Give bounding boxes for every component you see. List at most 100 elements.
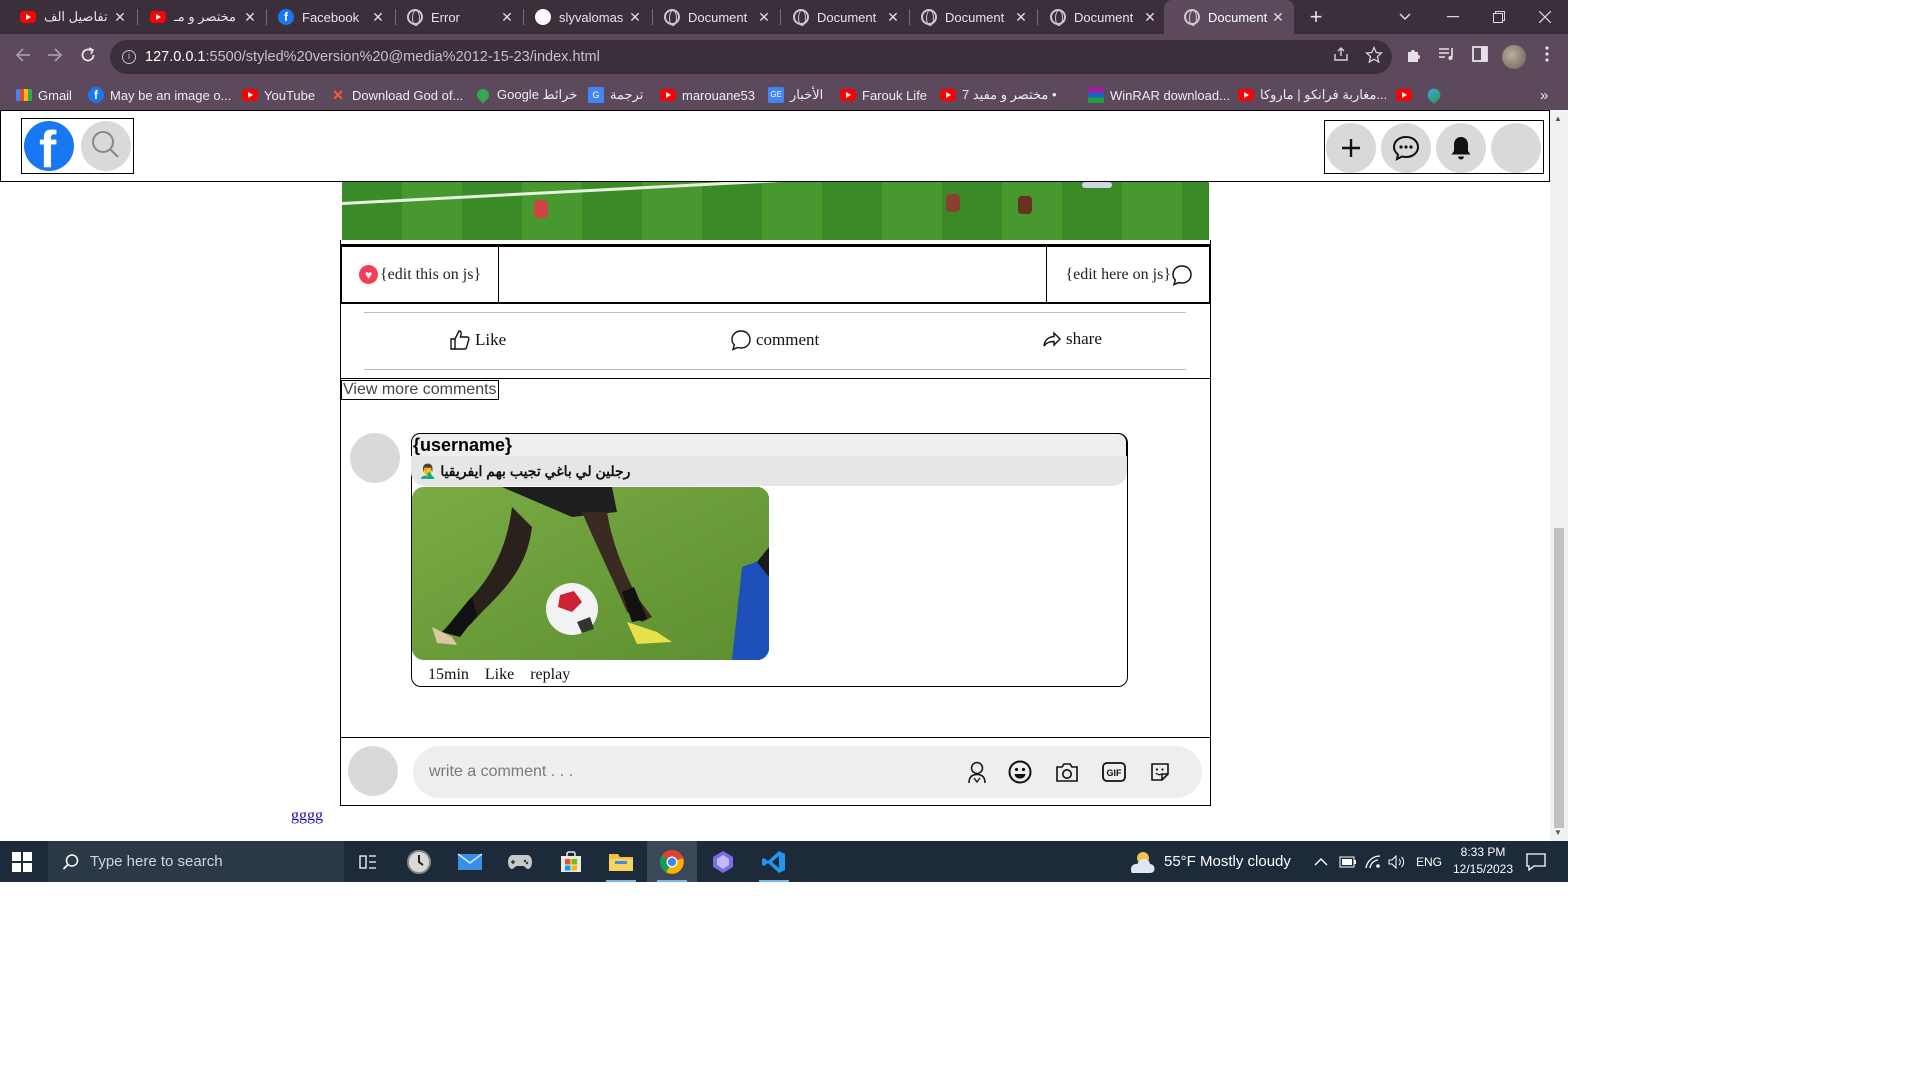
task-view-icon[interactable] — [343, 841, 393, 882]
comment-input[interactable] — [413, 746, 1202, 798]
comment-reply-link[interactable]: replay — [530, 666, 570, 684]
copilot-app-icon[interactable] — [698, 841, 748, 882]
forward-icon[interactable] — [42, 44, 68, 70]
bookmark-farouk-life[interactable]: Farouk Life — [840, 84, 927, 106]
camera-icon[interactable] — [1055, 760, 1079, 784]
close-icon[interactable]: ✕ — [370, 9, 386, 26]
avatar-sticker-icon[interactable] — [965, 760, 989, 784]
browser-tab[interactable]: Document ✕ — [773, 0, 909, 34]
system-clock[interactable]: 8:33 PM 12/15/2023 — [1440, 844, 1526, 878]
close-icon[interactable]: ✕ — [1142, 9, 1158, 26]
close-icon[interactable]: ✕ — [112, 9, 128, 26]
clock-app-icon[interactable] — [394, 841, 444, 882]
bookmark-gmail[interactable]: Gmail — [16, 84, 72, 106]
back-icon[interactable] — [10, 44, 36, 70]
notification-center-icon[interactable] — [1526, 841, 1546, 882]
browser-tab[interactable]: f Facebook ✕ — [258, 0, 394, 34]
gif-icon[interactable]: GIF — [1102, 760, 1126, 784]
mail-icon[interactable] — [445, 841, 495, 882]
comment-button[interactable]: comment — [730, 329, 819, 351]
messenger-button[interactable] — [1381, 123, 1431, 173]
close-icon[interactable]: ✕ — [499, 9, 515, 26]
close-icon[interactable]: ✕ — [1013, 9, 1029, 26]
sticker-icon[interactable] — [1148, 760, 1172, 784]
comment-count[interactable]: {edit here on js} — [1046, 247, 1209, 302]
bookmark-extra[interactable] — [1424, 84, 1448, 106]
view-more-comments-button[interactable]: View more comments — [341, 380, 499, 400]
bookmark-god-of-war[interactable]: ✕ Download God of... — [330, 84, 463, 106]
browser-tab[interactable]: مختصر و مـ ✕ — [130, 0, 266, 34]
comment-username[interactable]: {username} — [411, 433, 1127, 456]
vscode-icon[interactable] — [749, 841, 799, 882]
wifi-icon[interactable] — [1364, 841, 1382, 882]
emoji-icon[interactable] — [1008, 760, 1032, 784]
bookmark-google-maps[interactable]: Google خرائط — [474, 84, 577, 106]
taskbar-search[interactable]: Type here to search — [48, 841, 344, 882]
commenter-avatar[interactable] — [350, 433, 400, 483]
footer-link[interactable]: gggg — [291, 807, 323, 825]
bookmark-maroka[interactable]: مغاربة فرانكو | ماروكا... — [1238, 84, 1387, 106]
search-button[interactable] — [81, 121, 131, 171]
volume-icon[interactable] — [1388, 841, 1406, 882]
account-avatar[interactable] — [1491, 123, 1541, 173]
bookmark-youtube[interactable]: YouTube — [242, 84, 315, 106]
facebook-logo[interactable]: f — [24, 121, 74, 171]
page-scrollbar[interactable]: ▲ ▼ — [1550, 110, 1568, 841]
microsoft-store-icon[interactable] — [546, 841, 596, 882]
close-icon[interactable]: ✕ — [627, 9, 643, 26]
bookmark-facebook-post[interactable]: f May be an image o... — [88, 84, 231, 106]
share-button[interactable]: share — [1042, 329, 1102, 349]
create-button[interactable] — [1326, 123, 1376, 173]
scroll-up-arrow[interactable]: ▲ — [1554, 114, 1562, 123]
comment-image[interactable] — [412, 487, 769, 660]
bookmark-news[interactable]: GE الأخبار — [768, 84, 823, 106]
bookmark-star-icon[interactable] — [1363, 45, 1385, 68]
share-icon[interactable] — [1330, 46, 1352, 68]
language-indicator[interactable]: ENG — [1416, 841, 1442, 882]
comment-like-link[interactable]: Like — [485, 666, 514, 684]
notifications-button[interactable] — [1436, 123, 1486, 173]
minimize-icon[interactable] — [1430, 0, 1476, 34]
tab-search-icon[interactable] — [1392, 0, 1418, 34]
profile-avatar[interactable] — [1502, 45, 1526, 69]
weather-widget[interactable]: 55°F Mostly cloudy — [1126, 841, 1291, 882]
side-panel-icon[interactable] — [1469, 46, 1491, 68]
scroll-down-arrow[interactable]: ▼ — [1554, 828, 1562, 837]
media-control-icon[interactable] — [1436, 46, 1458, 68]
browser-tab[interactable]: Error ✕ — [387, 0, 523, 34]
my-avatar[interactable] — [348, 746, 398, 796]
reaction-count[interactable]: ♥ {edit this on js} — [342, 247, 499, 302]
bookmark-mokhtasar[interactable]: مختصر و مفيد 7 • — [940, 84, 1057, 106]
browser-tab[interactable]: Document ✕ — [1030, 0, 1166, 34]
info-icon[interactable]: i — [122, 50, 136, 64]
more-menu-icon[interactable] — [1536, 46, 1558, 68]
restore-icon[interactable] — [1476, 0, 1522, 34]
bookmark-winrar[interactable]: WinRAR download... — [1088, 84, 1230, 106]
browser-tab[interactable]: slyvalomas ✕ — [515, 0, 651, 34]
close-window-icon[interactable] — [1522, 0, 1568, 34]
close-icon[interactable]: ✕ — [756, 9, 772, 26]
chrome-icon[interactable] — [647, 841, 697, 882]
browser-tab[interactable]: Document ✕ — [644, 0, 780, 34]
windows-start-icon[interactable] — [12, 852, 32, 872]
bookmark-youtube-extra[interactable] — [1396, 84, 1418, 106]
close-icon[interactable]: ✕ — [242, 9, 258, 26]
file-explorer-icon[interactable] — [596, 841, 646, 882]
browser-tab[interactable]: Document ✕ — [901, 0, 1037, 34]
reload-icon[interactable] — [75, 44, 101, 70]
game-controller-icon[interactable] — [495, 841, 545, 882]
browser-tab-active[interactable]: Document ✕ — [1164, 0, 1294, 34]
bookmark-translate[interactable]: G ترجمة — [588, 84, 643, 106]
more-bookmarks-icon[interactable]: » — [1540, 84, 1548, 106]
extensions-icon[interactable] — [1403, 46, 1425, 68]
like-button[interactable]: Like — [449, 329, 506, 351]
address-bar[interactable]: i 127.0.0.1:5500/styled%20version%20@med… — [110, 40, 1392, 74]
show-hidden-icons[interactable] — [1314, 841, 1328, 882]
bookmark-marouane53[interactable]: marouane53 — [660, 84, 755, 106]
close-icon[interactable]: ✕ — [1270, 9, 1286, 26]
new-tab-button[interactable]: + — [1303, 0, 1329, 34]
scrollbar-thumb[interactable] — [1554, 528, 1564, 828]
browser-tab[interactable]: تفاصيل الف ✕ — [0, 0, 136, 34]
battery-icon[interactable] — [1339, 841, 1357, 882]
close-icon[interactable]: ✕ — [885, 9, 901, 26]
